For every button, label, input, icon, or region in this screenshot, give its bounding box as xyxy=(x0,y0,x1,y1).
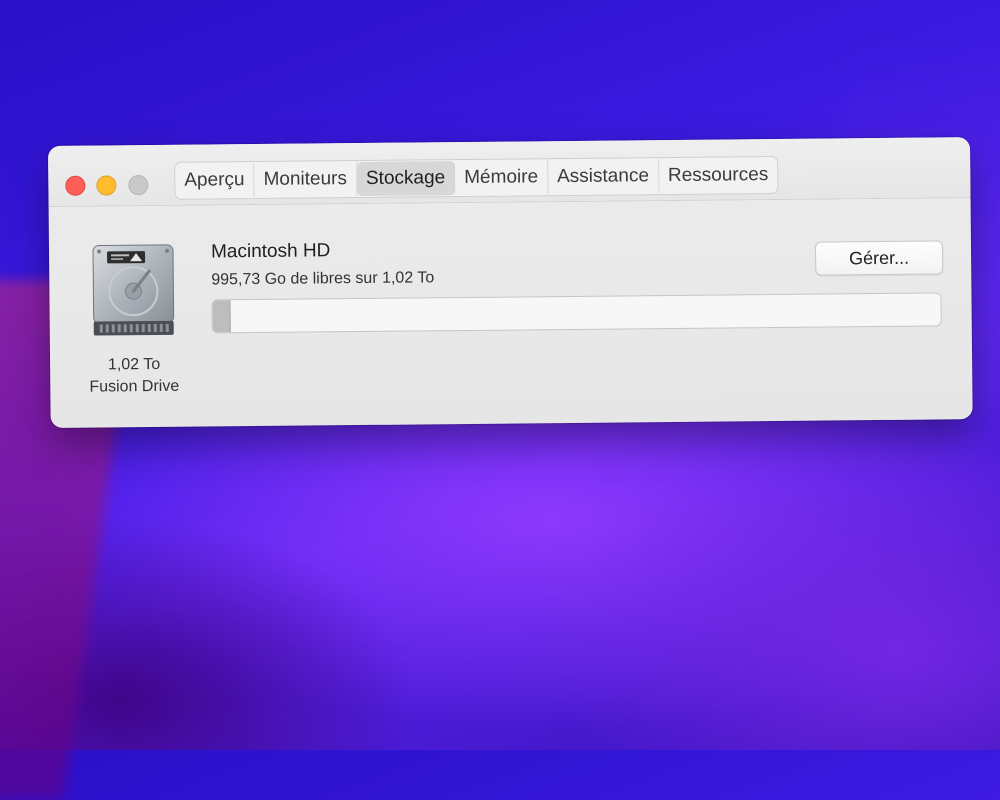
volume-free-space: 995,73 Go de libres sur 1,02 To xyxy=(211,269,435,289)
tab-ressources[interactable]: Ressources xyxy=(659,158,778,193)
tab-memoire[interactable]: Mémoire xyxy=(455,160,549,196)
manage-button[interactable]: Gérer... xyxy=(814,240,944,276)
about-this-mac-window: Aperçu Moniteurs Stockage Mémoire Assist… xyxy=(48,137,973,428)
hard-drive-icon xyxy=(92,244,175,336)
tab-bar: Aperçu Moniteurs Stockage Mémoire Assist… xyxy=(174,155,779,200)
tab-stockage[interactable]: Stockage xyxy=(356,161,456,197)
close-button[interactable] xyxy=(65,175,86,196)
tab-assistance[interactable]: Assistance xyxy=(547,159,660,195)
storage-pane: 1,02 To Fusion Drive Macintosh HD 995,73… xyxy=(49,198,973,428)
tab-apercu[interactable]: Aperçu xyxy=(175,163,255,198)
volume-name: Macintosh HD xyxy=(210,240,331,263)
zoom-button[interactable] xyxy=(128,175,149,196)
disk-capacity: 1,02 To xyxy=(107,355,161,374)
minimize-button[interactable] xyxy=(96,175,117,196)
disk-type: Fusion Drive xyxy=(89,377,180,396)
titlebar: Aperçu Moniteurs Stockage Mémoire Assist… xyxy=(48,137,971,207)
storage-usage-bar xyxy=(211,292,942,334)
tab-moniteurs[interactable]: Moniteurs xyxy=(254,162,358,198)
storage-used-segment xyxy=(212,300,232,333)
